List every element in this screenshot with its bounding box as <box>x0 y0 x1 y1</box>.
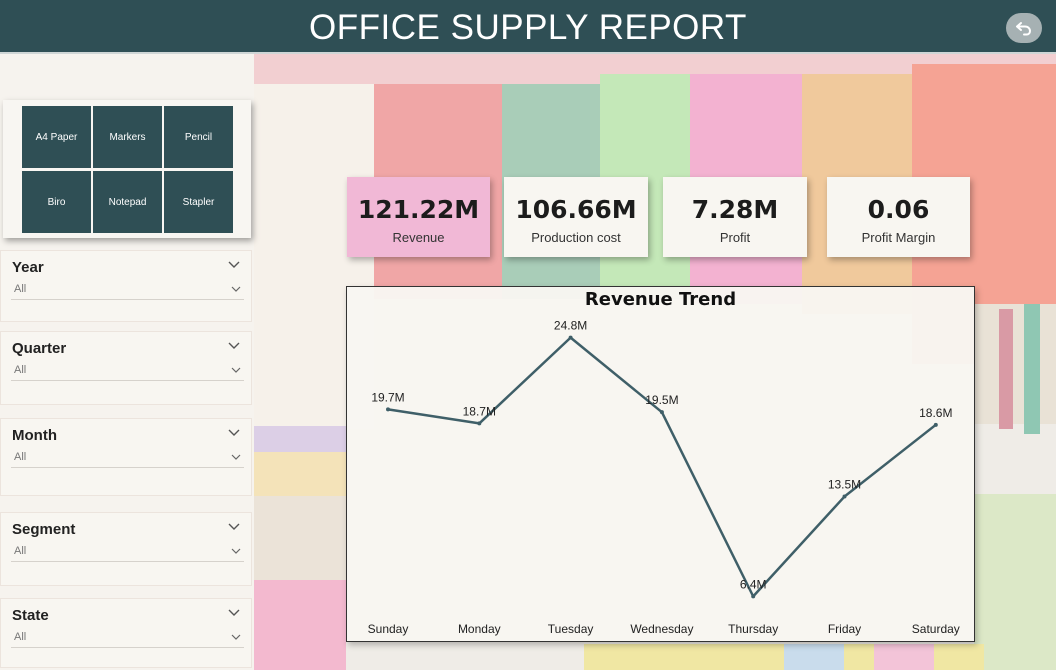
chevron-down-icon[interactable] <box>227 338 241 352</box>
slicer-quarter-value: All <box>14 364 27 376</box>
kpi-production-cost-label: Production cost <box>531 230 621 245</box>
slicer-year-dropdown[interactable]: All <box>11 281 244 300</box>
slicer-month-dropdown[interactable]: All <box>11 449 244 468</box>
product-tile-markers[interactable]: Markers <box>93 106 162 168</box>
revenue-trend-chart: 19.7M Sunday 18.7M Monday 24.8M Tuesday 19.5M W… <box>346 286 975 642</box>
slicer-state: State All <box>0 598 252 668</box>
slicer-year: Year All <box>0 250 252 322</box>
kpi-profit: 7.28M Profit <box>663 177 807 257</box>
data-point[interactable] <box>751 594 756 599</box>
slicer-state-value: All <box>14 631 27 643</box>
data-point[interactable] <box>386 407 390 412</box>
chevron-down-icon <box>231 548 241 554</box>
x-tick-label: Tuesday <box>548 622 594 636</box>
chevron-down-icon <box>231 634 241 640</box>
slicer-state-title: State <box>12 607 49 624</box>
kpi-profit-margin-label: Profit Margin <box>861 230 936 245</box>
data-point[interactable] <box>659 410 664 415</box>
chevron-down-icon <box>231 454 241 460</box>
slicer-month-value: All <box>14 451 27 463</box>
slicer-segment-title: Segment <box>12 521 76 538</box>
slicer-segment-value: All <box>14 545 27 557</box>
undo-arrow-icon <box>1016 22 1032 36</box>
slicer-segment: Segment All <box>0 512 252 586</box>
kpi-revenue-value: 121.22M <box>357 195 480 224</box>
kpi-production-cost-value: 106.66M <box>515 195 637 224</box>
chevron-down-icon[interactable] <box>227 257 241 271</box>
chevron-down-icon[interactable] <box>227 519 241 533</box>
chart-title: Revenue Trend <box>584 289 737 310</box>
product-tile-pencil[interactable]: Pencil <box>164 106 233 168</box>
product-tile-grid: A4 Paper Markers Pencil Biro Notepad Sta… <box>3 100 251 238</box>
x-tick-label: Monday <box>458 622 501 636</box>
data-label: 6.4M <box>740 577 767 591</box>
product-tile-biro[interactable]: Biro <box>22 171 91 233</box>
slicer-month-title: Month <box>12 427 57 444</box>
product-tile-stapler[interactable]: Stapler <box>164 171 233 233</box>
slicer-quarter-dropdown[interactable]: All <box>11 362 244 381</box>
data-label: 13.5M <box>828 478 861 492</box>
revenue-trend-plot: 19.7M Sunday 18.7M Monday 24.8M Tuesday 19.5M W… <box>368 319 960 636</box>
chevron-down-icon <box>231 286 241 292</box>
data-point[interactable] <box>477 421 482 426</box>
filter-panel: A4 Paper Markers Pencil Biro Notepad Sta… <box>0 54 254 670</box>
kpi-profit-value: 7.28M <box>691 195 779 224</box>
page-title: OFFICE SUPPLY REPORT <box>309 8 747 47</box>
data-label: 19.5M <box>645 393 678 407</box>
x-tick-label: Sunday <box>368 622 409 636</box>
product-tile-a4-paper[interactable]: A4 Paper <box>22 106 91 168</box>
x-tick-label: Thursday <box>728 622 778 636</box>
kpi-revenue-label: Revenue <box>392 230 445 245</box>
data-label: 18.6M <box>919 406 952 420</box>
data-point[interactable] <box>568 335 573 340</box>
data-point[interactable] <box>842 494 847 499</box>
kpi-production-cost: 106.66M Production cost <box>504 177 648 257</box>
slicer-segment-dropdown[interactable]: All <box>11 543 244 562</box>
data-label: 19.7M <box>371 390 404 404</box>
slicer-year-title: Year <box>12 259 44 276</box>
kpi-profit-margin: 0.06 Profit Margin <box>827 177 970 257</box>
x-tick-label: Friday <box>828 622 861 636</box>
product-tile-notepad[interactable]: Notepad <box>93 171 162 233</box>
x-tick-label: Wednesday <box>630 622 693 636</box>
chevron-down-icon[interactable] <box>227 425 241 439</box>
kpi-revenue: 121.22M Revenue <box>347 177 490 257</box>
chevron-down-icon[interactable] <box>227 605 241 619</box>
slicer-quarter-title: Quarter <box>12 340 67 357</box>
slicer-state-dropdown[interactable]: All <box>11 629 244 648</box>
data-point[interactable] <box>933 422 938 427</box>
chevron-down-icon <box>231 367 241 373</box>
report-header: OFFICE SUPPLY REPORT <box>0 0 1056 54</box>
data-label: 18.7M <box>463 404 496 418</box>
back-button[interactable] <box>1006 13 1042 43</box>
slicer-quarter: Quarter All <box>0 331 252 405</box>
data-label: 24.8M <box>554 319 587 333</box>
x-tick-label: Saturday <box>912 622 960 636</box>
kpi-profit-margin-value: 0.06 <box>867 195 930 224</box>
slicer-month: Month All <box>0 418 252 496</box>
slicer-year-value: All <box>14 283 27 295</box>
kpi-profit-label: Profit <box>719 230 751 245</box>
revenue-series-line <box>387 336 937 598</box>
